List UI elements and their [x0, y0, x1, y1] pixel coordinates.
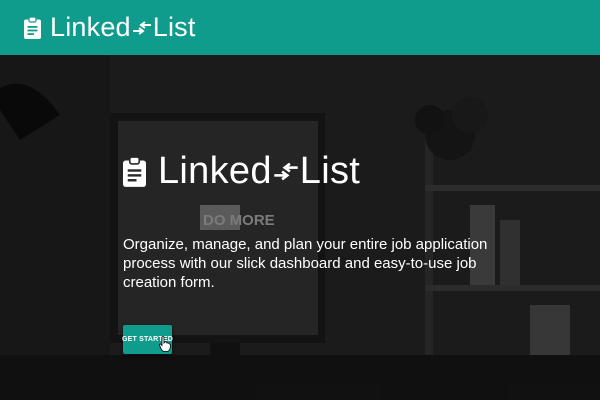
hero-logo-left: Linked — [158, 150, 272, 192]
brand-link[interactable]: Linked List — [24, 12, 196, 43]
brand-name-left: Linked — [50, 12, 131, 42]
hand-cursor-icon — [159, 336, 171, 352]
clipboard-icon — [24, 16, 41, 39]
navbar: Linked List — [0, 0, 600, 55]
swap-arrows-icon — [274, 162, 298, 181]
hero-tagline: Organize, manage, and plan your entire j… — [123, 236, 488, 291]
hero-content: Linked List Organize, manage, and plan y… — [122, 150, 503, 354]
hero-logo-right: List — [299, 150, 361, 192]
hero-section: DO MORE Linked List Organize, manage, an… — [0, 55, 600, 400]
hero-logo: Linked List — [123, 150, 503, 193]
clipboard-icon — [123, 156, 146, 187]
brand-name-right: List — [152, 12, 196, 42]
swap-arrows-icon — [132, 20, 151, 35]
